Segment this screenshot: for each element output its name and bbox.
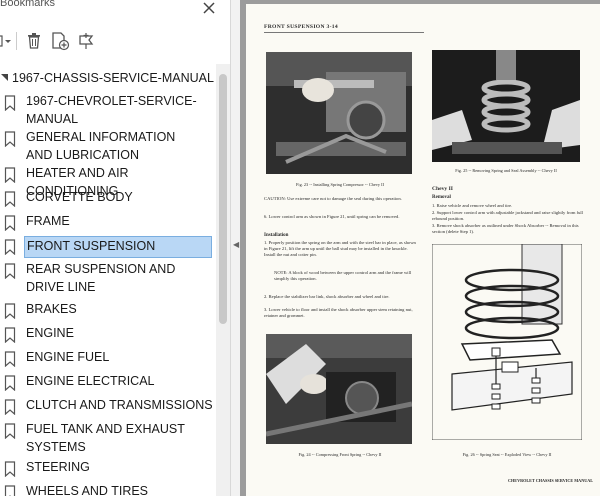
figure-23-photo: [266, 52, 412, 174]
installation-step-3: 3. Lower vehicle to floor and install th…: [264, 307, 413, 319]
delete-bookmark-button[interactable]: [25, 30, 43, 52]
bookmark-item[interactable]: BRAKES: [4, 300, 216, 320]
bookmark-item[interactable]: FRAME: [4, 212, 216, 232]
bookmarks-scrollbar[interactable]: [216, 64, 230, 496]
figure-26-drawing: [432, 244, 582, 440]
bookmark-icon: [4, 263, 16, 279]
close-panel-button[interactable]: [200, 0, 218, 18]
bookmark-icon: [4, 131, 16, 147]
bookmarks-toolbar: [0, 28, 230, 56]
bookmark-item[interactable]: CLUTCH AND TRANSMISSIONS: [4, 396, 216, 416]
compressing-spring-illustration: [266, 334, 412, 444]
trash-icon: [28, 33, 40, 49]
expand-bookmark-button[interactable]: [76, 30, 96, 52]
bookmark-icon: [4, 303, 16, 319]
bookmark-label: FUEL TANK AND EXHAUST SYSTEMS: [26, 422, 185, 454]
document-viewer[interactable]: FRONT SUSPENSION 3-14 Fig. 23 -- Install…: [240, 0, 600, 496]
installation-step-2: 2. Replace the stabilizer bar link, shoc…: [264, 294, 390, 299]
bookmark-item[interactable]: WHEELS AND TIRES: [4, 482, 216, 496]
bookmark-icon: [4, 239, 16, 255]
removing-spring-illustration: [432, 50, 580, 162]
bookmark-icon: [4, 327, 16, 343]
bookmark-icon: [4, 215, 16, 231]
figure-25-caption: Fig. 25 -- Removing Spring and Seal Asse…: [455, 168, 557, 173]
panel-title: Bookmarks: [0, 0, 56, 9]
bookmark-root[interactable]: 1967-CHASSIS-SERVICE-MANUAL: [0, 68, 214, 88]
installation-step-1: 1. Properly position the spring on the a…: [264, 240, 416, 258]
options-dropdown-icon: [0, 35, 11, 47]
figure-24-caption: Fig. 24 -- Compressing Front Spring -- C…: [298, 452, 382, 457]
bookmark-item[interactable]: ENGINE: [4, 324, 216, 344]
header-rule: [264, 32, 424, 33]
bookmark-item[interactable]: 1967-CHEVROLET-SERVICE-MANUAL: [4, 92, 216, 129]
bookmark-icon: [4, 375, 16, 391]
expand-bookmark-icon: [79, 33, 94, 49]
spring-seat-exploded-illustration: [432, 244, 582, 440]
caution-text: CAUTION: Use extreme care not to damage …: [264, 196, 402, 201]
bookmark-label: CLUTCH AND TRANSMISSIONS: [26, 398, 213, 412]
step-6-text: 6. Lower control arm as shown in Figure …: [264, 214, 400, 219]
removal-step-2: 2. Support lower control arm with adjust…: [432, 210, 583, 222]
bookmark-label: ENGINE FUEL: [26, 350, 110, 364]
bookmark-label: BRAKES: [26, 302, 77, 316]
bookmark-icon: [4, 423, 16, 439]
scrollbar-thumb[interactable]: [219, 74, 227, 324]
figure-24-photo: [266, 334, 412, 444]
bookmark-label: REAR SUSPENSION AND DRIVE LINE: [26, 262, 176, 294]
page-header: FRONT SUSPENSION 3-14: [264, 24, 338, 30]
bookmark-item[interactable]: ENGINE FUEL: [4, 348, 216, 368]
collapse-panel-icon[interactable]: ◀: [233, 240, 239, 249]
new-bookmark-button[interactable]: [50, 30, 70, 52]
bookmark-label: WHEELS AND TIRES: [26, 484, 149, 496]
figure-23-caption: Fig. 23 -- Installing Spring Compressor …: [296, 182, 384, 187]
bookmark-icon: [4, 399, 16, 415]
bookmark-icon: [4, 95, 16, 111]
bookmark-item[interactable]: STEERING: [4, 458, 216, 478]
bookmark-label: STEERING: [26, 460, 90, 474]
bookmark-icon: [4, 485, 16, 496]
removal-heading: Removal: [432, 195, 451, 200]
bookmark-label: ENGINE: [26, 326, 74, 340]
installation-heading: Installation: [264, 233, 289, 238]
page-footer: CHEVROLET CHASSIS SERVICE MANUAL: [508, 478, 594, 483]
bookmark-item[interactable]: ENGINE ELECTRICAL: [4, 372, 216, 392]
bookmark-item[interactable]: CORVETTE BODY: [4, 188, 216, 208]
bookmarks-panel: Bookmarks 1967-CHASSIS-SERVICE-MANUAL 19…: [0, 0, 230, 496]
removal-step-1: 1. Raise vehicle and remove wheel and ti…: [432, 203, 513, 208]
bookmark-label: GENERAL INFORMATION AND LUBRICATION: [26, 130, 176, 162]
toolbar-divider: [16, 32, 17, 50]
spring-compressor-illustration: [266, 52, 412, 174]
bookmark-item-selected[interactable]: FRONT SUSPENSION: [4, 236, 216, 258]
bookmark-item[interactable]: GENERAL INFORMATION AND LUBRICATION: [4, 128, 216, 165]
bookmark-label: 1967-CHEVROLET-SERVICE-MANUAL: [26, 94, 197, 126]
bookmark-icon: [4, 167, 16, 183]
bookmark-label: FRAME: [26, 214, 70, 228]
bookmark-icon: [4, 461, 16, 477]
chevy-ii-heading: Chevy II: [432, 186, 453, 192]
bookmark-icon: [4, 351, 16, 367]
installation-note: NOTE: A block of wood between the upper …: [274, 270, 412, 282]
collapse-root-icon: [1, 74, 8, 81]
bookmark-icon: [4, 191, 16, 207]
figure-26-caption: Fig. 26 -- Spring Seat -- Exploded View …: [462, 452, 552, 457]
removal-step-3: 3. Remove shock absorber as outlined und…: [432, 223, 579, 235]
bookmark-label: CORVETTE BODY: [26, 190, 133, 204]
bookmark-item[interactable]: REAR SUSPENSION AND DRIVE LINE: [4, 260, 216, 297]
manual-page: FRONT SUSPENSION 3-14 Fig. 23 -- Install…: [246, 4, 600, 496]
bookmark-label: FRONT SUSPENSION: [24, 236, 212, 258]
bookmark-root-label: 1967-CHASSIS-SERVICE-MANUAL: [12, 71, 214, 85]
bookmark-label: ENGINE ELECTRICAL: [26, 374, 155, 388]
bookmark-item[interactable]: FUEL TANK AND EXHAUST SYSTEMS: [4, 420, 216, 457]
new-bookmark-icon: [52, 32, 70, 51]
close-icon: [203, 2, 215, 14]
figure-25-photo: [432, 50, 580, 162]
options-dropdown-button[interactable]: [0, 30, 12, 52]
